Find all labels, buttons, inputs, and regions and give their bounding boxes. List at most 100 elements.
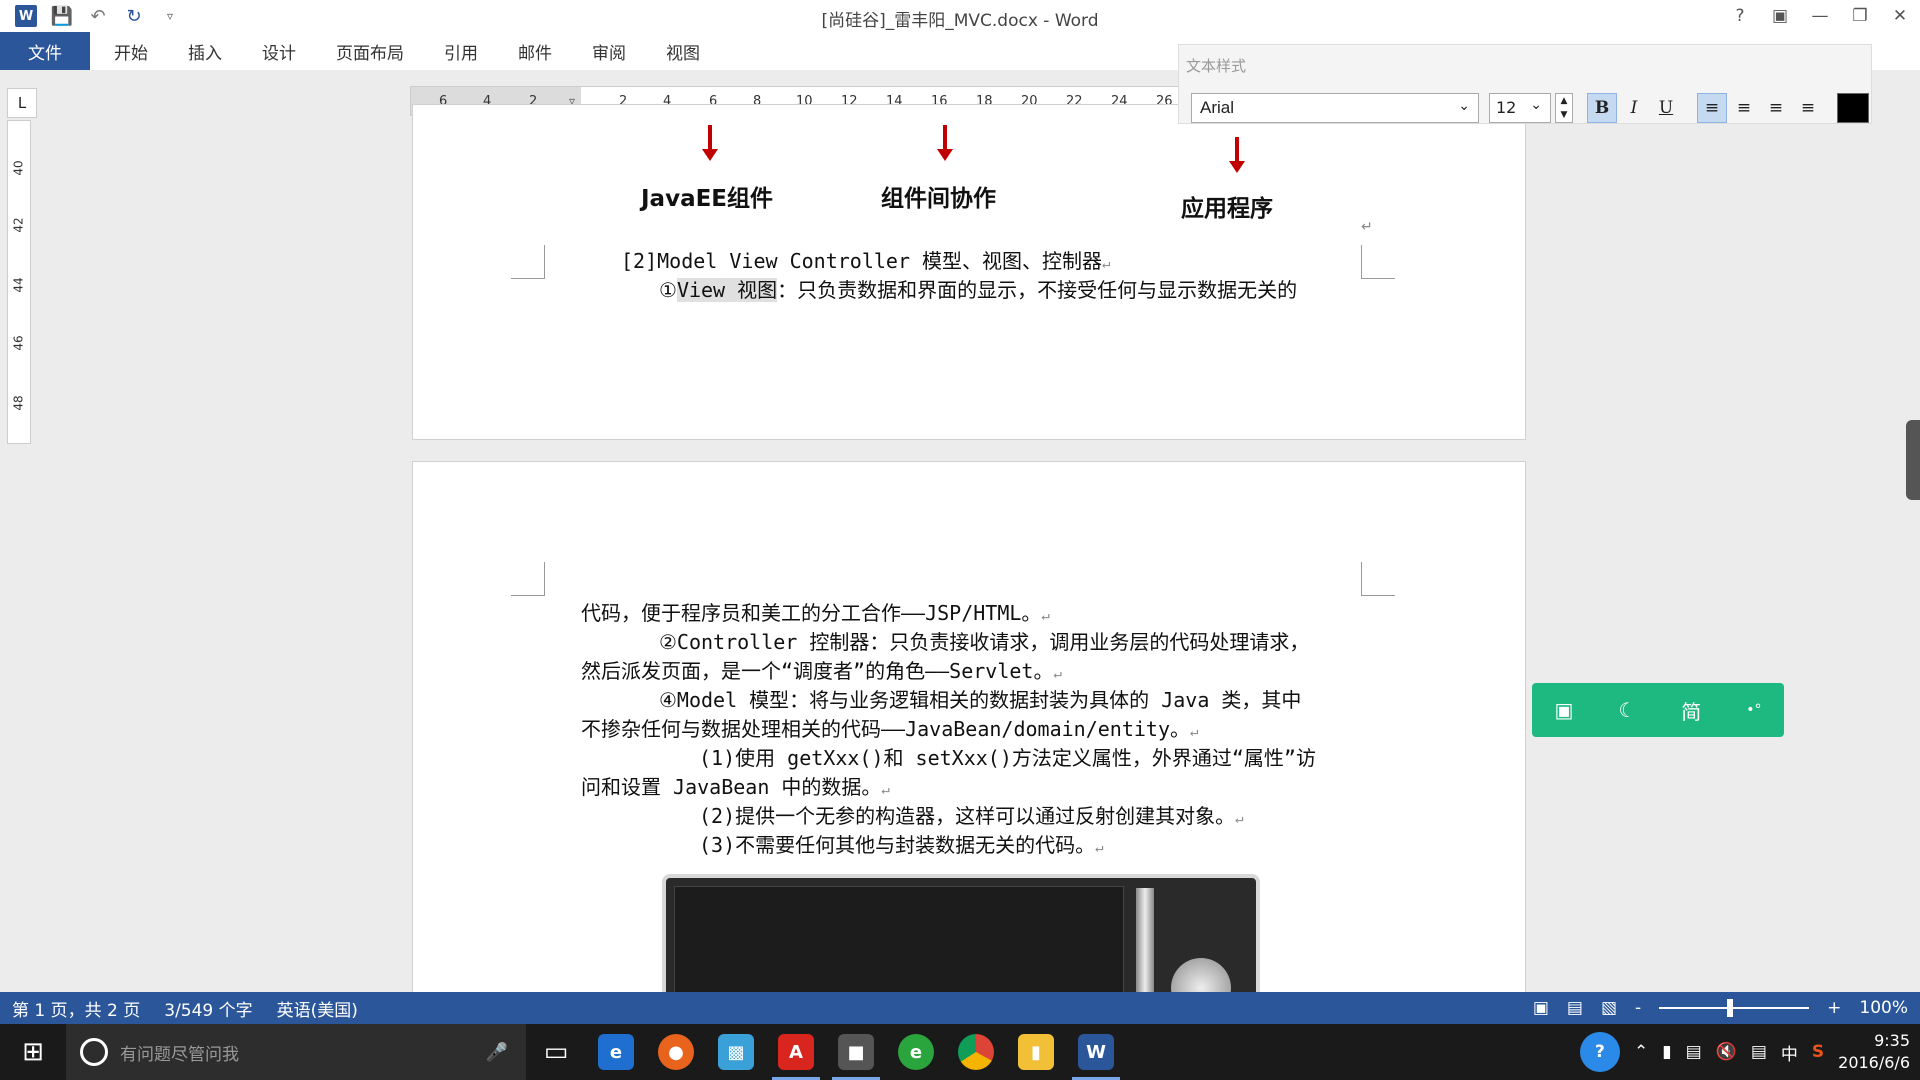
tab-mailings[interactable]: 邮件	[498, 32, 572, 70]
sogou-icon[interactable]: S	[1812, 1042, 1824, 1062]
web-layout-icon[interactable]: ▧	[1601, 998, 1617, 1018]
clock-time: 9:35	[1874, 1031, 1910, 1050]
save-icon[interactable]: 💾	[48, 2, 76, 30]
simplified-icon[interactable]: 简	[1681, 696, 1701, 725]
ruler-tick: 44	[11, 277, 26, 293]
page-1[interactable]: JavaEE组件 组件间协作 应用程序 ↵ [2]Model View Cont…	[412, 104, 1526, 440]
tab-design[interactable]: 设计	[242, 32, 316, 70]
more-icon[interactable]: •°	[1746, 702, 1761, 718]
zoom-level[interactable]: 100%	[1859, 998, 1908, 1018]
tab-references[interactable]: 引用	[424, 32, 498, 70]
line-text: (1)使用 getXxx()和 setXxx()方法定义属性，外界通过“属性”访	[699, 746, 1316, 770]
vertical-ruler[interactable]: 40 42 44 46 48	[7, 120, 31, 444]
document-title: [尚硅谷]_雷丰阳_MVC.docx - Word	[821, 11, 1099, 31]
align-left-icon[interactable]: ≡	[1697, 93, 1727, 123]
text-line[interactable]: ②Controller 控制器：只负责接收请求，调用业务层的代码处理请求，	[659, 626, 1309, 655]
justify-icon[interactable]: ≡	[1793, 93, 1823, 123]
text-line[interactable]: 问和设置 JavaBean 中的数据。↵	[581, 771, 890, 800]
align-center-icon[interactable]: ≡	[1729, 93, 1759, 123]
redo-icon[interactable]: ↻	[120, 2, 148, 30]
ribbon-display-icon[interactable]: ▣	[1760, 0, 1800, 32]
line-text: 不掺杂任何与数据处理相关的代码——JavaBean/domain/entity。	[581, 717, 1190, 741]
book-icon[interactable]: ▣	[1554, 698, 1573, 722]
status-bar: 第 1 页，共 2 页 3/549 个字 英语(美国) ▣ ▤ ▧ - + 10…	[0, 992, 1920, 1024]
clock[interactable]: 9:35 2016/6/6	[1838, 1030, 1910, 1074]
align-right-icon[interactable]: ≡	[1761, 93, 1791, 123]
line-text: ：只负责数据和界面的显示，不接受任何与显示数据无关的	[777, 278, 1298, 302]
zoom-slider[interactable]	[1659, 999, 1810, 1017]
task-view-icon[interactable]: ▭	[526, 1024, 586, 1080]
paragraph-mark: ↵	[1041, 608, 1050, 624]
chrome-icon[interactable]	[946, 1024, 1006, 1080]
tab-review[interactable]: 审阅	[572, 32, 646, 70]
java-app-icon[interactable]: ■	[826, 1024, 886, 1080]
adobe-icon[interactable]: A	[766, 1024, 826, 1080]
side-handle[interactable]	[1906, 420, 1920, 500]
chevron-up-icon[interactable]: ⌃	[1634, 1042, 1648, 1062]
ime-indicator[interactable]: 中	[1781, 1040, 1798, 1065]
tab-selector[interactable]: L	[7, 88, 37, 118]
cortana-icon	[80, 1038, 108, 1066]
bold-button[interactable]: B	[1587, 93, 1617, 123]
text-line[interactable]: (2)提供一个无参的构造器，这样可以通过反射创建其对象。↵	[699, 800, 1244, 829]
moon-icon[interactable]: ☾	[1618, 698, 1636, 722]
text-line[interactable]: 然后派发页面，是一个“调度者”的角色——Servlet。↵	[581, 655, 1062, 684]
view-controls: ▣ ▤ ▧ - + 100%	[1533, 992, 1908, 1024]
customize-icon[interactable]: ▿	[156, 2, 184, 30]
text-line[interactable]: (1)使用 getXxx()和 setXxx()方法定义属性，外界通过“属性”访	[699, 742, 1316, 771]
browser-360-icon[interactable]: e	[886, 1024, 946, 1080]
window-controls: ? ▣ — ❐ ✕	[1720, 0, 1920, 32]
font-family-select[interactable]: Arial ⌄	[1191, 93, 1479, 123]
minimize-icon[interactable]: —	[1800, 0, 1840, 32]
tab-insert[interactable]: 插入	[168, 32, 242, 70]
language[interactable]: 英语(美国)	[265, 996, 370, 1021]
text-line[interactable]: ①View 视图：只负责数据和界面的显示，不接受任何与显示数据无关的	[659, 274, 1297, 303]
notification-icon[interactable]: ▤	[1751, 1042, 1767, 1062]
size-stepper[interactable]: ▲ ▼	[1555, 93, 1573, 123]
volume-icon[interactable]: 🔇	[1716, 1042, 1737, 1062]
tab-layout[interactable]: 页面布局	[316, 32, 424, 70]
undo-icon[interactable]: ↶	[84, 2, 112, 30]
crop-mark	[511, 245, 545, 279]
system-tray: ? ⌃ ▮ ▤ 🔇 ▤ 中 S 9:35 2016/6/6	[1579, 1024, 1910, 1080]
text-line[interactable]: [2]Model View Controller 模型、视图、控制器↵	[621, 245, 1110, 274]
word-count[interactable]: 3/549 个字	[152, 996, 264, 1021]
paragraph-mark: ↵	[1361, 219, 1373, 235]
zoom-out-button[interactable]: -	[1635, 998, 1641, 1018]
font-color-swatch[interactable]	[1837, 93, 1869, 123]
page-count[interactable]: 第 1 页，共 2 页	[0, 996, 152, 1021]
remote-desktop-icon[interactable]: ▩	[706, 1024, 766, 1080]
help-icon[interactable]: ?	[1720, 0, 1760, 32]
file-explorer-icon[interactable]: ▮	[1006, 1024, 1066, 1080]
text-line[interactable]: 不掺杂任何与数据处理相关的代码——JavaBean/domain/entity。…	[581, 713, 1198, 742]
edge-icon[interactable]: e	[586, 1024, 646, 1080]
word-taskbar-icon[interactable]: W	[1066, 1024, 1126, 1080]
ruler-tick: 42	[11, 217, 26, 233]
tab-file[interactable]: 文件	[0, 32, 90, 70]
tab-view[interactable]: 视图	[646, 32, 720, 70]
text-line[interactable]: 代码，便于程序员和美工的分工合作——JSP/HTML。↵	[581, 597, 1050, 626]
help-circle-icon[interactable]: ?	[1579, 1032, 1620, 1072]
windows-start-icon[interactable]: ⊞	[0, 1024, 66, 1080]
restore-icon[interactable]: ❐	[1840, 0, 1880, 32]
search-box[interactable]: 有问题尽管问我 🎤	[66, 1024, 526, 1080]
close-icon[interactable]: ✕	[1880, 0, 1920, 32]
print-layout-icon[interactable]: ▤	[1567, 998, 1583, 1018]
network-icon[interactable]: ▤	[1686, 1042, 1702, 1062]
quick-access-toolbar: W 💾 ↶ ↻ ▿	[0, 0, 192, 32]
read-mode-icon[interactable]: ▣	[1533, 998, 1549, 1018]
zoom-thumb[interactable]	[1727, 999, 1734, 1017]
microphone-icon[interactable]: 🎤	[486, 1042, 508, 1063]
italic-button[interactable]: I	[1619, 93, 1649, 123]
font-size-select[interactable]: 12 ⌄	[1489, 93, 1551, 123]
text-line[interactable]: ④Model 模型：将与业务逻辑相关的数据封装为具体的 Java 类，其中	[659, 684, 1301, 713]
line-text: 代码，便于程序员和美工的分工合作——JSP/HTML。	[581, 601, 1042, 625]
text-line[interactable]: (3)不需要任何其他与封装数据无关的代码。↵	[699, 829, 1104, 858]
word-logo-icon[interactable]: W	[12, 2, 40, 30]
firefox-icon[interactable]: ●	[646, 1024, 706, 1080]
zoom-in-button[interactable]: +	[1827, 998, 1841, 1018]
battery-icon[interactable]: ▮	[1662, 1042, 1671, 1062]
underline-button[interactable]: U	[1651, 93, 1681, 123]
crop-mark	[1361, 562, 1395, 596]
tab-home[interactable]: 开始	[94, 32, 168, 70]
